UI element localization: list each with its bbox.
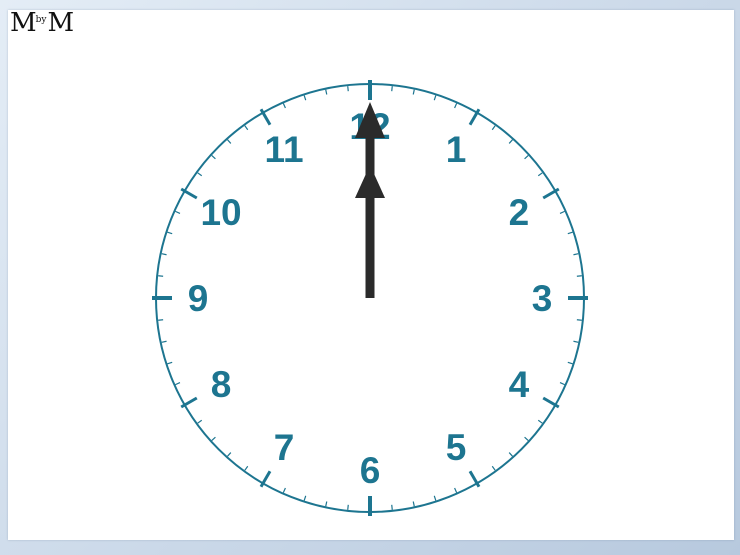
- hour-numeral-4: 4: [509, 364, 530, 405]
- hour-numeral-2: 2: [509, 192, 530, 233]
- hour-numeral-6: 6: [360, 450, 381, 491]
- hour-numeral-7: 7: [274, 427, 295, 468]
- hour-numeral-8: 8: [211, 364, 232, 405]
- minute-tick: [158, 319, 164, 321]
- hour-numeral-5: 5: [446, 427, 467, 468]
- hour-numeral-10: 10: [200, 192, 241, 233]
- hour-numeral-1: 1: [446, 129, 467, 170]
- minute-tick: [347, 86, 349, 92]
- minute-tick: [158, 275, 164, 277]
- minute-tick: [391, 504, 393, 510]
- hour-numeral-3: 3: [532, 278, 553, 319]
- minute-tick: [576, 275, 582, 277]
- minute-tick: [576, 319, 582, 321]
- analog-clock: 121234567891011: [152, 80, 588, 516]
- minute-tick: [347, 504, 349, 510]
- hour-numeral-11: 11: [264, 129, 303, 170]
- hour-numeral-9: 9: [188, 278, 209, 319]
- minute-tick: [391, 86, 393, 92]
